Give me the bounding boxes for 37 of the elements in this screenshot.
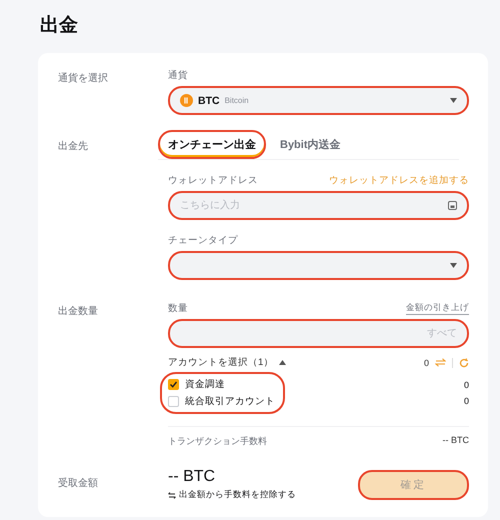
swap-arrows-icon[interactable]: [435, 358, 446, 367]
tab[interactable]: オンチェーン出金: [158, 130, 266, 159]
deduct-fee-link[interactable]: 出金額から手数料を控除する: [179, 489, 296, 501]
amount-field[interactable]: すべて: [168, 319, 469, 348]
account-balance: 0: [464, 380, 469, 390]
receive-amount: -- BTC: [168, 468, 216, 486]
currency-name: Bitcoin: [224, 96, 250, 105]
dropdown-caret-icon: [450, 263, 457, 268]
swap-icon: [168, 492, 176, 498]
field-label: 数量: [168, 302, 188, 315]
dropdown-caret-icon: [450, 98, 457, 103]
account-name: 資金調達: [185, 378, 225, 391]
raise-limit-link[interactable]: 金額の引き上げ: [406, 302, 469, 315]
checkbox[interactable]: [168, 379, 179, 390]
field-label: チェーンタイプ: [168, 234, 238, 247]
section-label: 通貨を選択: [58, 72, 109, 86]
currency-select[interactable]: BTC Bitcoin: [168, 86, 469, 115]
field-label: 通貨: [168, 69, 188, 82]
refresh-icon[interactable]: [459, 358, 469, 368]
clipboard-icon[interactable]: [448, 201, 457, 210]
section-label: 受取金額: [58, 476, 99, 491]
page-title: 出金: [40, 14, 79, 38]
currency-symbol: BTC: [198, 94, 220, 106]
fee-value: -- BTC: [442, 435, 469, 447]
account-total: 0: [424, 358, 429, 368]
account-name: 統合取引アカウント: [185, 395, 275, 408]
coin-icon: [180, 94, 193, 107]
chain-select[interactable]: [168, 251, 469, 280]
section-label: 出金先: [58, 140, 89, 154]
address-field[interactable]: こちらに入力: [168, 191, 469, 220]
account-toggle[interactable]: アカウントを選択（1）: [168, 356, 274, 369]
field-label: ウォレットアドレス: [168, 174, 258, 187]
fee-label: トランザクション手数料: [168, 435, 267, 448]
tab[interactable]: Bybit内送金: [270, 130, 350, 159]
section-label: 出金数量: [58, 304, 99, 319]
account-balance: 0: [464, 396, 469, 406]
checkbox[interactable]: [168, 396, 179, 407]
